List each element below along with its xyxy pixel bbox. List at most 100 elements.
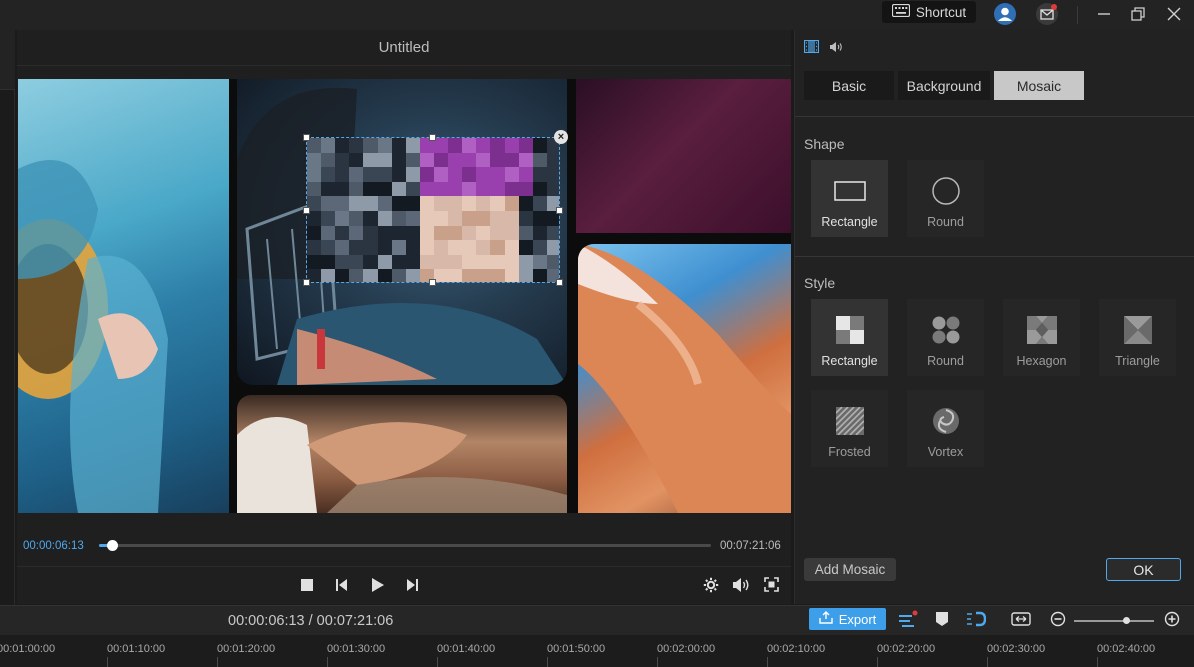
timeline-ruler[interactable]: 00:01:00:00 00:01:10:00 00:01:20:00 00:01:3… <box>0 635 1194 667</box>
mosaic-pixel <box>391 196 407 212</box>
resize-handle-top[interactable] <box>429 134 436 141</box>
volume-button[interactable] <box>731 576 751 596</box>
style-option-frosted[interactable]: Frosted <box>811 390 888 467</box>
zoom-out-button[interactable] <box>1048 610 1068 630</box>
mosaic-pixel <box>518 269 534 282</box>
next-frame-button[interactable] <box>402 576 422 596</box>
ruler-tick <box>327 657 328 667</box>
resize-handle-bottom-right[interactable] <box>556 279 563 286</box>
play-button[interactable] <box>367 576 387 596</box>
stop-button[interactable] <box>297 576 317 596</box>
style-option-triangle[interactable]: Triangle <box>1099 299 1176 376</box>
style-option-rectangle[interactable]: Rectangle <box>811 299 888 376</box>
magnet-snap-button[interactable] <box>966 610 987 630</box>
mosaic-pixel <box>419 167 435 183</box>
mosaic-pixel <box>518 138 534 154</box>
mosaic-pixel <box>434 152 449 168</box>
zoom-slider-thumb[interactable] <box>1123 617 1130 624</box>
mosaic-pixel <box>349 225 364 241</box>
mosaic-pixel <box>405 138 421 154</box>
mosaic-pixel <box>349 138 364 154</box>
tab-mosaic[interactable]: Mosaic <box>994 71 1084 100</box>
progress-thumb[interactable] <box>107 540 119 551</box>
fullscreen-button[interactable] <box>761 576 781 596</box>
resize-handle-bottom-left[interactable] <box>303 279 310 286</box>
mosaic-pixel <box>518 211 534 227</box>
preview-panel: Untitled × 00:00:06:13 00:07:21:06 <box>17 30 791 604</box>
effects-button[interactable] <box>898 610 918 630</box>
mosaic-pixel <box>546 225 559 241</box>
playback-controls <box>17 566 791 604</box>
tab-background[interactable]: Background <box>898 71 990 100</box>
mosaic-pixel <box>490 240 506 256</box>
mosaic-pixel <box>307 152 322 168</box>
video-film-icon[interactable] <box>803 39 820 56</box>
mosaic-pixel <box>518 167 534 183</box>
minimize-button[interactable] <box>1092 0 1116 30</box>
add-mosaic-label: Add Mosaic <box>814 562 886 577</box>
marker-button[interactable] <box>932 610 952 630</box>
restore-button[interactable] <box>1126 0 1150 30</box>
shortcut-button[interactable]: Shortcut <box>882 1 976 23</box>
style-option-hexagon[interactable]: Hexagon <box>1003 299 1080 376</box>
mosaic-pixel <box>490 254 506 270</box>
ruler-time-label: 00:01:40:00 <box>437 643 496 655</box>
ruler-tick <box>767 657 768 667</box>
export-button[interactable]: Export <box>809 608 886 630</box>
mosaic-pixel <box>307 240 322 256</box>
stop-icon <box>300 578 314 595</box>
ruler-time-label: 00:02:20:00 <box>877 643 936 655</box>
mosaic-pixel <box>377 152 393 168</box>
tab-basic[interactable]: Basic <box>804 71 894 100</box>
mosaic-pixel <box>363 152 379 168</box>
settings-button[interactable] <box>701 576 721 596</box>
left-panel-header <box>0 30 15 90</box>
keyboard-icon <box>891 3 910 20</box>
mosaic-pixel <box>335 167 350 183</box>
zoom-in-button[interactable] <box>1162 610 1182 630</box>
current-time: 00:00:06:13 <box>23 540 84 552</box>
mosaic-pixel <box>532 196 548 212</box>
shape-option-round[interactable]: Round <box>907 160 984 237</box>
zoom-slider[interactable] <box>1074 620 1154 622</box>
mosaic-pixel <box>532 167 548 183</box>
add-mosaic-button[interactable]: Add Mosaic <box>804 558 896 581</box>
previous-frame-button[interactable] <box>332 576 352 596</box>
section-divider <box>795 116 1194 117</box>
timeline-time-display: 00:00:06:13 / 00:07:21:06 <box>228 613 394 629</box>
resize-handle-left[interactable] <box>303 207 310 214</box>
close-window-button[interactable] <box>1162 0 1186 30</box>
mosaic-pixel <box>405 211 421 227</box>
resize-handle-bottom[interactable] <box>429 279 436 286</box>
style-option-vortex[interactable]: Vortex <box>907 390 984 467</box>
mosaic-pixel <box>434 196 449 212</box>
mosaic-pixel <box>462 211 477 227</box>
mosaic-pixel <box>532 211 548 227</box>
shape-option-rectangle[interactable]: Rectangle <box>811 160 888 237</box>
mosaic-pixel <box>476 138 491 154</box>
export-icon <box>819 611 833 627</box>
mosaic-pixel <box>335 152 350 168</box>
style-option-round[interactable]: Round <box>907 299 984 376</box>
total-time: 00:07:21:06 <box>720 540 781 552</box>
mosaic-pixel <box>321 225 336 241</box>
title-bar: Shortcut <box>0 0 1194 30</box>
progress-bar[interactable] <box>99 540 711 551</box>
ok-button[interactable]: OK <box>1106 558 1181 581</box>
resize-handle-right[interactable] <box>556 207 563 214</box>
ruler-tick <box>1097 657 1098 667</box>
video-preview[interactable]: × <box>18 79 791 513</box>
tab-mosaic-label: Mosaic <box>1016 77 1062 94</box>
mosaic-pixel <box>448 254 463 270</box>
mail-button[interactable] <box>1032 0 1062 30</box>
mosaic-remove-button[interactable]: × <box>554 130 568 144</box>
audio-speaker-icon[interactable] <box>829 41 843 56</box>
user-button[interactable] <box>990 0 1020 30</box>
circle-outline-icon <box>931 176 961 206</box>
mosaic-region[interactable] <box>306 137 560 283</box>
mosaic-pixel <box>448 269 463 282</box>
fit-timeline-button[interactable] <box>1011 610 1031 630</box>
resize-handle-top-left[interactable] <box>303 134 310 141</box>
ruler-time-label: 00:02:40:00 <box>1097 643 1156 655</box>
mosaic-pixel <box>462 269 477 282</box>
